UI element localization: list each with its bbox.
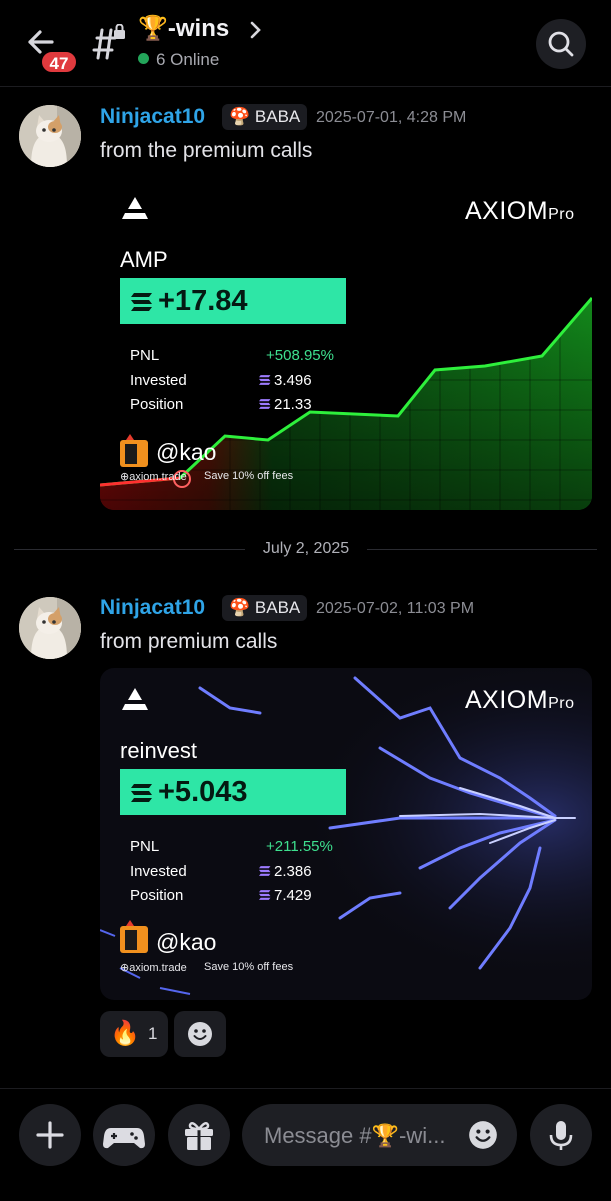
stat-value-pnl: +508.95% xyxy=(266,347,334,364)
footer-link-text: axiom.trade xyxy=(129,962,187,974)
message-timestamp: 2025-07-02, 11:03 PM xyxy=(316,600,475,617)
locked-channel-hash-icon xyxy=(88,23,128,64)
globe-icon: ⊕ xyxy=(120,962,130,974)
token-ticker: AMP xyxy=(120,247,168,272)
solana-icon xyxy=(259,890,271,900)
message-input[interactable]: Message #🏆-wi... xyxy=(242,1104,517,1166)
stat-value-position: 7.429 xyxy=(258,887,312,904)
user-avatar[interactable] xyxy=(19,105,81,167)
axiom-brand: AXIOMPro xyxy=(465,197,574,226)
voice-message-button[interactable] xyxy=(530,1104,592,1166)
gain-value: +5.043 xyxy=(158,776,248,808)
mushroom-icon: 🍄 xyxy=(229,107,251,126)
axiom-brand-suffix: Pro xyxy=(548,695,575,712)
axiom-brand-name: AXIOM xyxy=(465,686,549,714)
reaction-count: 1 xyxy=(148,1024,158,1043)
globe-icon: ⊕ xyxy=(120,471,130,483)
message-input-placeholder: Message #🏆-wi... xyxy=(264,1123,446,1148)
solana-icon xyxy=(259,399,271,409)
role-tag[interactable]: 🍄 BABA xyxy=(222,104,308,130)
add-reaction-button[interactable] xyxy=(174,1011,226,1057)
solana-icon xyxy=(259,866,271,876)
stat-value-position: 21.33 xyxy=(258,396,312,413)
reaction-fire[interactable]: 🔥 1 xyxy=(100,1011,168,1057)
footer-promo: Save 10% off fees xyxy=(204,470,294,482)
user-handle: @kao xyxy=(156,929,217,955)
stat-label-pnl: PNL xyxy=(130,347,160,364)
online-dot-icon xyxy=(138,53,149,64)
stat-label-position: Position xyxy=(130,396,184,413)
user-handle: @kao xyxy=(156,439,217,465)
stat-label-invested: Invested xyxy=(130,372,187,389)
stat-label-position: Position xyxy=(130,887,184,904)
stat-value-invested: 2.386 xyxy=(258,863,312,880)
stat-label-invested: Invested xyxy=(130,863,187,880)
stat-label-pnl: PNL xyxy=(130,838,160,855)
stat-value-position-text: 7.429 xyxy=(274,887,312,904)
pnl-card-image[interactable]: AXIOMPro AMP +17.84 PNL +508.95% Investe… xyxy=(100,180,592,510)
axiom-brand: AXIOMPro xyxy=(465,686,574,715)
message-username[interactable]: Ninjacat10 xyxy=(100,596,205,620)
unread-badge: 47 xyxy=(40,50,78,74)
gain-box: +5.043 xyxy=(120,769,346,815)
channel-name[interactable]: 🏆-wins xyxy=(138,14,229,43)
stat-value-invested-text: 3.496 xyxy=(274,372,312,389)
message-timestamp: 2025-07-01, 4:28 PM xyxy=(316,109,467,126)
gift-icon xyxy=(185,1122,213,1150)
online-count: 6 Online xyxy=(156,50,220,69)
gain-box: +17.84 xyxy=(120,278,346,324)
token-ticker: reinvest xyxy=(120,738,198,763)
stat-value-pnl: +211.55% xyxy=(266,838,333,855)
fire-emoji-icon: 🔥 xyxy=(110,1020,140,1047)
solana-icon xyxy=(131,293,152,312)
role-tag-label: BABA xyxy=(254,598,301,617)
activities-button[interactable] xyxy=(93,1104,155,1166)
chevron-right-icon[interactable] xyxy=(250,20,262,40)
gamepad-icon xyxy=(103,1128,145,1149)
axiom-logo-icon xyxy=(122,688,148,710)
stat-value-invested: 3.496 xyxy=(258,372,312,389)
gain-value: +17.84 xyxy=(158,285,248,317)
stat-value-invested-text: 2.386 xyxy=(274,863,312,880)
axiom-brand-suffix: Pro xyxy=(548,206,575,223)
pnl-card-image[interactable]: AXIOMPro reinvest +5.043 PNL +211.55% In… xyxy=(100,668,592,1000)
message-text: from premium calls xyxy=(100,630,278,653)
role-tag[interactable]: 🍄 BABA xyxy=(222,595,308,621)
add-attachment-button[interactable] xyxy=(19,1104,81,1166)
role-tag-label: BABA xyxy=(254,107,301,126)
solana-icon xyxy=(259,375,271,385)
axiom-brand-name: AXIOM xyxy=(465,197,549,225)
footer-promo: Save 10% off fees xyxy=(204,961,294,973)
footer-link-text: axiom.trade xyxy=(129,471,187,483)
message-text: from the premium calls xyxy=(100,139,313,162)
user-profile-icon xyxy=(120,434,148,467)
channel-header: 47 🏆-wins 6 Online xyxy=(0,0,611,87)
online-status: 6 Online xyxy=(138,50,219,70)
message-username[interactable]: Ninjacat10 xyxy=(100,105,205,129)
solana-icon xyxy=(131,784,152,803)
mushroom-icon: 🍄 xyxy=(229,598,251,617)
footer-link: ⊕axiom.trade xyxy=(120,961,187,974)
gift-button[interactable] xyxy=(168,1104,230,1166)
search-button[interactable] xyxy=(536,19,586,69)
user-profile-icon xyxy=(120,920,148,953)
footer-link: ⊕axiom.trade xyxy=(120,470,187,483)
date-divider-label: July 2, 2025 xyxy=(245,540,367,558)
axiom-logo-icon xyxy=(122,197,148,219)
plus-icon xyxy=(36,1121,64,1149)
smiley-icon xyxy=(188,1022,212,1046)
emoji-picker-icon[interactable] xyxy=(468,1120,498,1150)
microphone-icon xyxy=(549,1121,573,1150)
stat-value-position-text: 21.33 xyxy=(274,396,312,413)
user-avatar[interactable] xyxy=(19,597,81,659)
search-icon xyxy=(548,31,574,57)
